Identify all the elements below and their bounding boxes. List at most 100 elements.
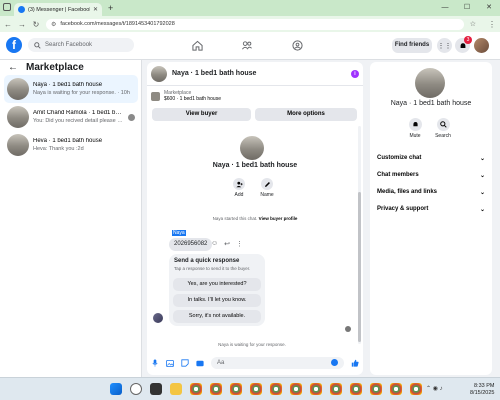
- scrollbar-thumb[interactable]: [358, 192, 361, 342]
- address-bar-row: ← → ↻ ⚙ facebook.com/messages/t/18914534…: [0, 16, 500, 32]
- conversation-preview: Heva: Thank you :2d: [33, 146, 84, 152]
- taskbar-search-icon[interactable]: [130, 383, 142, 395]
- quick-reply-button[interactable]: In talks. I'll let you know.: [173, 294, 261, 307]
- tab-title: (3) Messenger | Facebook: [28, 6, 90, 13]
- listing-hero-thumbnail: [240, 136, 264, 160]
- chrome-icon[interactable]: [250, 383, 262, 395]
- listing-summary[interactable]: Marketplace $600 · 1 bed1 bath house: [151, 90, 221, 102]
- chrome-icon[interactable]: [350, 383, 362, 395]
- message-input[interactable]: Aa: [211, 357, 344, 369]
- details-title: Naya · 1 bed1 bath house: [390, 100, 472, 107]
- minimize-icon[interactable]: —: [434, 0, 456, 16]
- chrome-icon[interactable]: [410, 383, 422, 395]
- chrome-icon[interactable]: [370, 383, 382, 395]
- start-icon[interactable]: [110, 383, 122, 395]
- tab-actions-icon[interactable]: [3, 3, 11, 11]
- chrome-icon[interactable]: [330, 383, 342, 395]
- chat-thumbnail[interactable]: [151, 65, 167, 82]
- site-info-icon[interactable]: ⚙: [51, 21, 56, 28]
- bookmark-star-icon[interactable]: ☆: [470, 20, 476, 28]
- conversation-item[interactable]: Naya · 1 bed1 bath house Naya is waiting…: [4, 75, 138, 103]
- groups-icon[interactable]: [290, 38, 304, 52]
- browser-tab[interactable]: (3) Messenger | Facebook ✕: [14, 3, 102, 16]
- system-tray-icons[interactable]: ⌃ ◉ ♪: [426, 385, 443, 392]
- taskbar-clock[interactable]: 8:33 PM 8/15/2025: [470, 383, 494, 397]
- emoji-icon[interactable]: [331, 359, 338, 366]
- sender-name: Naya: [172, 230, 186, 236]
- view-buyer-button[interactable]: View buyer: [152, 108, 251, 121]
- profile-avatar[interactable]: [474, 38, 489, 53]
- sticker-icon[interactable]: [181, 359, 189, 367]
- customize-chat-row[interactable]: Customize chat ⌄: [377, 152, 485, 164]
- conversation-title: Naya · 1 bed1 bath house: [33, 82, 103, 88]
- message-composer: Aa: [147, 354, 363, 372]
- home-icon[interactable]: [190, 38, 204, 52]
- gif-icon[interactable]: [196, 359, 204, 367]
- mute-action[interactable]: Mute: [400, 118, 430, 139]
- menu-grid-icon[interactable]: ⋮⋮: [437, 38, 452, 53]
- maximize-icon[interactable]: ☐: [456, 0, 478, 16]
- new-tab-icon[interactable]: +: [108, 3, 113, 13]
- microphone-icon[interactable]: [151, 359, 159, 367]
- notification-badge: 3: [464, 36, 472, 44]
- seen-indicator: [345, 326, 351, 332]
- name-action[interactable]: Name: [252, 178, 282, 198]
- like-thumb-icon[interactable]: [351, 359, 359, 367]
- forward-icon[interactable]: →: [18, 20, 26, 29]
- browser-menu-icon[interactable]: ⋮: [488, 20, 496, 29]
- privacy-support-row[interactable]: Privacy & support ⌄: [377, 203, 485, 215]
- system-message: Naya started this chat. View buyer profi…: [147, 216, 363, 221]
- reload-icon[interactable]: ↻: [32, 20, 40, 29]
- search-action[interactable]: Search: [428, 118, 458, 139]
- chrome-icon[interactable]: [390, 383, 402, 395]
- pencil-icon: [261, 178, 273, 190]
- listing-thumbnail: [7, 78, 29, 100]
- facebook-favicon-icon: [18, 6, 25, 13]
- search-placeholder: Search Facebook: [45, 42, 93, 48]
- conversation-item[interactable]: Amit Chand Ramola · 1 bed1 bat... You: D…: [4, 103, 138, 131]
- quick-reply-button[interactable]: Sorry, it's not available.: [173, 310, 261, 323]
- conversation-item[interactable]: Heva · 1 bed1 bath house Heva: Thank you…: [4, 131, 138, 159]
- listing-thumbnail: [151, 91, 160, 101]
- close-tab-icon[interactable]: ✕: [93, 6, 98, 13]
- back-arrow-icon[interactable]: ←: [8, 62, 18, 73]
- section-label: Chat members: [377, 172, 419, 178]
- chrome-icon[interactable]: [210, 383, 222, 395]
- more-icon[interactable]: ⋮: [236, 240, 243, 248]
- add-action[interactable]: Add: [224, 178, 254, 198]
- view-buyer-profile-link[interactable]: View buyer profile: [259, 216, 298, 221]
- conversation-preview: You: Did you recived detail please for..…: [33, 118, 124, 124]
- media-files-links-row[interactable]: Media, files and links ⌄: [377, 186, 485, 198]
- info-icon[interactable]: i: [351, 69, 359, 78]
- facebook-search-input[interactable]: Search Facebook: [28, 38, 134, 52]
- message-bubble[interactable]: 2026956082: [169, 238, 213, 251]
- chrome-icon[interactable]: [270, 383, 282, 395]
- chat-members-row[interactable]: Chat members ⌄: [377, 169, 485, 181]
- chrome-icon[interactable]: [230, 383, 242, 395]
- facebook-logo-icon[interactable]: f: [6, 37, 22, 53]
- react-icon[interactable]: ☺: [211, 240, 218, 248]
- windows-taskbar: ⌃ ◉ ♪ 8:33 PM 8/15/2025: [0, 377, 500, 400]
- facebook-topnav: f Search Facebook Find friends ⋮⋮ 3: [0, 32, 500, 60]
- chrome-icon[interactable]: [290, 383, 302, 395]
- listing-thumbnail: [415, 68, 445, 98]
- quick-reply-button[interactable]: Yes, are you interested?: [173, 278, 261, 291]
- find-friends-button[interactable]: Find friends: [392, 38, 432, 53]
- chevron-down-icon: ⌄: [479, 206, 485, 213]
- more-options-button[interactable]: More options: [255, 108, 357, 121]
- photo-icon[interactable]: [166, 359, 174, 367]
- chat-title[interactable]: Naya · 1 bed1 bath house: [172, 70, 346, 77]
- conversation-preview: Naya is waiting for your response. · 10h: [33, 90, 130, 96]
- friends-icon[interactable]: [240, 38, 254, 52]
- browser-tabbar: (3) Messenger | Facebook ✕ + — ☐ ✕: [0, 0, 500, 16]
- reply-icon[interactable]: ↩: [224, 240, 230, 248]
- close-window-icon[interactable]: ✕: [478, 0, 500, 16]
- url-field[interactable]: ⚙ facebook.com/messages/t/18914534017920…: [46, 18, 464, 30]
- chrome-icon[interactable]: [190, 383, 202, 395]
- task-view-icon[interactable]: [150, 383, 162, 395]
- chevron-down-icon: ⌄: [479, 189, 485, 196]
- conversation-title: Heva · 1 bed1 bath house: [33, 138, 103, 144]
- back-icon[interactable]: ←: [4, 20, 12, 29]
- file-explorer-icon[interactable]: [170, 383, 182, 395]
- chrome-icon[interactable]: [310, 383, 322, 395]
